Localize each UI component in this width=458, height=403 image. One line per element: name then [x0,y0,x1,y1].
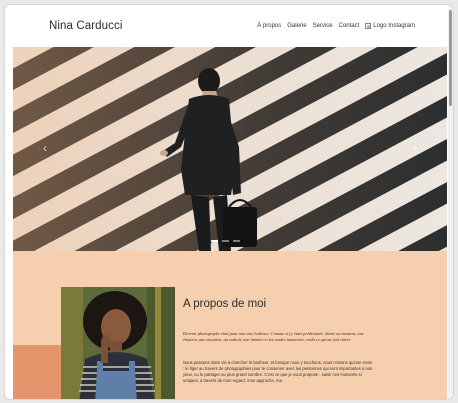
portrait-photo [61,287,175,399]
nav-item-a-propos[interactable]: À propos [257,23,281,29]
carousel-next-arrow[interactable]: › [413,141,417,155]
instagram-alt-text: Logo Instagram [373,23,415,29]
scrollbar-thumb[interactable] [449,10,452,106]
carousel-indicator[interactable] [211,240,218,242]
hero-carousel[interactable]: ‹ › [13,47,447,251]
about-section: A propos de moi Devenir photographe étai… [13,251,447,399]
about-paragraph: Nous passons notre vie à chercher le bon… [183,360,373,383]
about-quote: Devenir photographe était pour moi une é… [183,331,364,342]
hero-image [13,47,447,251]
broken-image-icon [365,23,372,29]
page-scrollbar[interactable] [448,5,453,399]
browser-window: Nina Carducci À propos Galerie Service C… [4,4,454,400]
carousel-indicators [211,240,240,242]
instagram-link[interactable]: Logo Instagram [365,23,415,29]
brand-name[interactable]: Nina Carducci [49,20,123,32]
nav-item-service[interactable]: Service [313,23,333,29]
site-header: Nina Carducci À propos Galerie Service C… [5,5,453,49]
carousel-prev-arrow[interactable]: ‹ [43,141,47,155]
nav-item-contact[interactable]: Contact [339,23,360,29]
carousel-indicator[interactable] [222,240,229,242]
about-title: A propos de moi [183,298,267,310]
carousel-indicator[interactable] [233,240,240,242]
main-navigation: À propos Galerie Service Contact Logo In… [257,23,415,29]
nav-item-galerie[interactable]: Galerie [287,23,306,29]
